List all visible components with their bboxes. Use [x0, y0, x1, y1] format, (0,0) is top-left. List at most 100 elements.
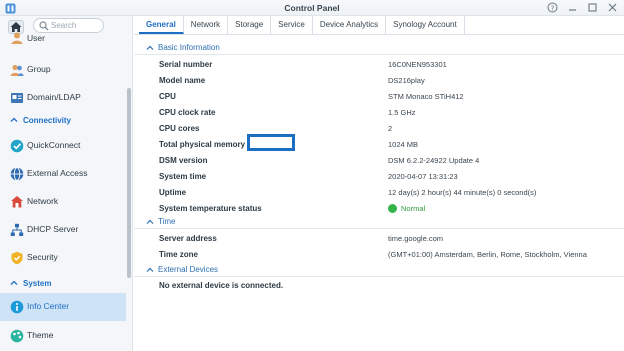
info-value: STM Monaco STiH412 — [388, 92, 464, 101]
tab-divider — [134, 34, 624, 35]
tab-network[interactable]: Network — [184, 16, 229, 34]
user-icon — [11, 32, 23, 44]
chevron-up-icon — [10, 280, 18, 285]
info-row-cpu-cores: CPU cores 2 — [134, 120, 624, 136]
sidebar-item-network[interactable]: Network — [0, 188, 126, 216]
sidebar-item-label: Network — [27, 196, 59, 206]
close-icon[interactable] — [607, 2, 618, 13]
tab-service[interactable]: Service — [271, 16, 313, 34]
help-icon[interactable]: ? — [547, 2, 558, 13]
sidebar-item-quickconnect[interactable]: QuickConnect — [0, 132, 126, 160]
sidebar-item-info-center[interactable]: Info Center — [0, 293, 126, 321]
info-value: time.google.com — [388, 234, 444, 243]
sidebar-item-label: Theme — [27, 330, 54, 340]
info-value: 12 day(s) 2 hour(s) 44 minute(s) 0 secon… — [388, 188, 537, 197]
info-key: CPU cores — [159, 124, 200, 133]
info-key: DSM version — [159, 156, 208, 165]
info-key: Uptime — [159, 188, 187, 197]
sidebar-item-label: QuickConnect — [27, 140, 81, 150]
sidebar-item-external-access[interactable]: External Access — [0, 160, 126, 188]
dhcp-server-icon — [10, 223, 24, 236]
tab-bar: General Network Storage Service Device A… — [139, 16, 465, 34]
sidebar-item-group[interactable]: Group — [0, 56, 126, 84]
info-row-system-time: System time 2020-04-07 13:31:23 — [134, 168, 624, 184]
info-key: CPU — [159, 92, 176, 101]
network-icon — [11, 196, 23, 208]
info-row-total-physical-memory: Total physical memory 1024 MB — [134, 136, 624, 152]
tab-storage[interactable]: Storage — [228, 16, 272, 34]
window-title: Control Panel — [284, 3, 340, 13]
info-row-uptime: Uptime 12 day(s) 2 hour(s) 44 minute(s) … — [134, 184, 624, 200]
sidebar-item-label: External Access — [27, 168, 88, 178]
tab-general[interactable]: General — [139, 16, 184, 34]
group-external-devices[interactable]: External Devices — [134, 262, 624, 277]
info-row-cpu: CPU STM Monaco STiH412 — [134, 88, 624, 104]
info-center-icon — [10, 300, 24, 314]
info-key: Model name — [159, 76, 206, 85]
sidebar-item-label: Info Center — [27, 301, 70, 311]
info-value-status: Normal — [388, 204, 425, 213]
sidebar-item-label: DHCP Server — [27, 224, 79, 234]
theme-icon — [10, 329, 24, 343]
info-value: 1024 MB — [388, 140, 419, 149]
info-value: 1.5 GHz — [388, 108, 416, 117]
group-title: Time — [158, 217, 176, 226]
group-title: Basic Information — [158, 43, 220, 52]
chevron-up-icon — [146, 219, 154, 224]
sidebar-item-label: Security — [27, 252, 58, 262]
info-row-cpu-clock-rate: CPU clock rate 1.5 GHz — [134, 104, 624, 120]
sidebar-section-system[interactable]: System — [0, 277, 126, 291]
info-key: System time — [159, 172, 207, 181]
group-title: External Devices — [158, 265, 219, 274]
sidebar-item-theme[interactable]: Theme — [0, 322, 126, 350]
tab-synology-account[interactable]: Synology Account — [386, 16, 465, 34]
section-label: System — [23, 279, 52, 288]
chevron-up-icon — [146, 267, 154, 272]
maximize-icon[interactable] — [587, 2, 598, 13]
info-value: 2020-04-07 13:31:23 — [388, 172, 458, 181]
info-row-server-address: Server address time.google.com — [134, 230, 624, 246]
sidebar-scrollbar[interactable] — [127, 88, 131, 278]
sidebar: Search User Group Domain/LDAP Connectivi… — [0, 16, 133, 351]
group-basic-information[interactable]: Basic Information — [134, 40, 624, 55]
security-shield-icon — [11, 251, 23, 265]
sidebar-item-label: User — [27, 33, 45, 43]
info-value: DS216play — [388, 76, 425, 85]
info-value: DSM 6.2.2-24922 Update 4 — [388, 156, 480, 165]
status-text: Normal — [401, 204, 426, 213]
section-label: Connectivity — [23, 116, 72, 125]
info-value: 2 — [388, 124, 393, 133]
info-row-serial-number: Serial number 16C0NEN953301 — [134, 56, 624, 72]
sidebar-item-label: Group — [27, 64, 51, 74]
info-value: 16C0NEN953301 — [388, 60, 447, 69]
info-key: Time zone — [159, 250, 198, 259]
info-value: (GMT+01:00) Amsterdam, Berlin, Rome, Sto… — [388, 250, 587, 259]
sidebar-section-connectivity[interactable]: Connectivity — [0, 114, 126, 128]
no-external-device-message: No external device is connected. — [159, 281, 284, 290]
memory-value-highlight — [247, 134, 295, 151]
info-key: CPU clock rate — [159, 108, 216, 117]
sidebar-item-dhcp-server[interactable]: DHCP Server — [0, 216, 126, 244]
info-row-dsm-version: DSM version DSM 6.2.2-24922 Update 4 — [134, 152, 624, 168]
sidebar-item-label: Domain/LDAP — [27, 92, 81, 102]
svg-text:?: ? — [551, 4, 555, 12]
info-row-time-zone: Time zone (GMT+01:00) Amsterdam, Berlin,… — [134, 246, 624, 262]
info-row-model-name: Model name DS216play — [134, 72, 624, 88]
domain-ldap-icon — [11, 93, 23, 103]
tab-device-analytics[interactable]: Device Analytics — [313, 16, 387, 34]
chevron-up-icon — [10, 117, 18, 122]
sidebar-item-security[interactable]: Security — [0, 244, 126, 272]
window-titlebar: Control Panel ? — [0, 0, 624, 16]
minimize-icon[interactable] — [567, 2, 578, 13]
status-ok-icon — [388, 204, 397, 213]
group-icon — [10, 64, 24, 76]
group-time[interactable]: Time — [134, 214, 624, 229]
external-access-icon — [10, 167, 24, 181]
info-key: Total physical memory — [159, 140, 246, 149]
sidebar-item-user[interactable]: User — [0, 28, 126, 52]
info-key: System temperature status — [159, 204, 262, 213]
info-key: Serial number — [159, 60, 213, 69]
quickconnect-icon — [10, 139, 24, 153]
chevron-up-icon — [146, 45, 154, 50]
sidebar-item-domain-ldap[interactable]: Domain/LDAP — [0, 84, 126, 112]
